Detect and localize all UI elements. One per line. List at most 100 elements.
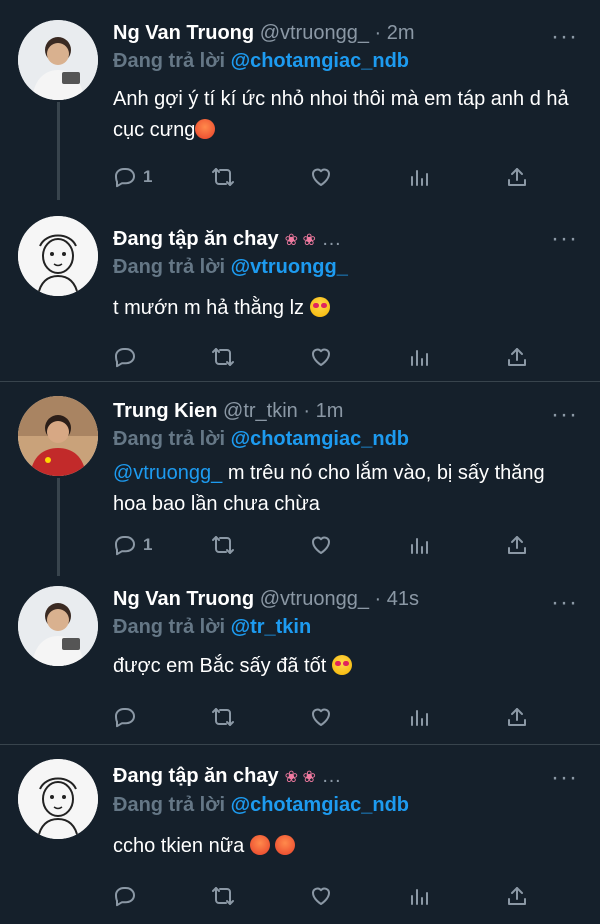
angry-face-icon — [195, 119, 216, 139]
tweet-text: ccho tkien nữa — [113, 831, 573, 862]
reply-button[interactable] — [113, 344, 137, 370]
avatar[interactable] — [18, 586, 98, 666]
more-icon[interactable]: ··· — [551, 766, 578, 790]
avatar[interactable] — [18, 216, 98, 296]
retweet-button[interactable] — [211, 532, 235, 558]
tweet-header: Ng Van Truong @vtruongg_ · 41s — [113, 588, 419, 611]
tweet-actions — [113, 883, 533, 909]
replying-to: Đang trả lời @vtruongg_ — [113, 256, 348, 279]
analytics-button[interactable] — [407, 164, 431, 190]
like-button[interactable] — [309, 344, 333, 370]
replying-to-handle[interactable]: @chotamgiac_ndb — [231, 428, 409, 450]
like-icon — [309, 705, 333, 729]
tweet-header: Đang tập ăn chay ❀ ❀ … — [113, 765, 341, 788]
retweet-button[interactable] — [211, 164, 235, 190]
reply-icon — [113, 345, 137, 369]
tweet-text: được em Bắc sấy đã tốt — [113, 651, 573, 682]
retweet-icon — [211, 345, 235, 369]
avatar[interactable] — [18, 396, 98, 476]
lotus-icon: ❀ ❀ — [284, 232, 316, 249]
reply-icon — [113, 705, 137, 729]
replying-to-handle[interactable]: @chotamgiac_ndb — [231, 794, 409, 816]
tweet-text: Anh gợi ý tí kí ức nhỏ nhoi thôi mà em t… — [113, 84, 573, 146]
like-icon — [309, 165, 333, 189]
mention-link[interactable]: @vtruongg_ — [113, 462, 222, 484]
tweet[interactable]: Ng Van Truong @vtruongg_ · 2m ··· Đang t… — [0, 0, 600, 200]
share-icon — [505, 165, 529, 189]
replying-label: Đang trả lời — [113, 256, 226, 278]
author-name[interactable]: Trung Kien — [113, 400, 217, 422]
retweet-button[interactable] — [211, 883, 235, 909]
separator: · — [374, 588, 382, 610]
analytics-button[interactable] — [407, 704, 431, 730]
analytics-icon — [407, 345, 431, 369]
share-button[interactable] — [505, 164, 529, 190]
tweet-header: Trung Kien @tr_tkin · 1m — [113, 400, 343, 423]
tweet-actions: 1 — [113, 164, 533, 190]
author-handle[interactable]: @vtruongg_ — [260, 22, 369, 44]
more-icon[interactable]: ··· — [551, 25, 578, 49]
tweet-actions — [113, 344, 533, 370]
analytics-button[interactable] — [407, 883, 431, 909]
reply-count: 1 — [143, 535, 153, 554]
replying-to: Đang trả lời @tr_tkin — [113, 616, 311, 639]
like-icon — [309, 345, 333, 369]
angry-face-icon — [249, 835, 270, 855]
tweet-text-content: Anh gợi ý tí kí ức nhỏ nhoi thôi mà em t… — [113, 88, 569, 141]
share-icon — [505, 345, 529, 369]
retweet-icon — [211, 705, 235, 729]
like-icon — [309, 533, 333, 557]
avatar[interactable] — [18, 759, 98, 839]
tweet[interactable]: Ng Van Truong @vtruongg_ · 41s ··· Đang … — [0, 576, 600, 744]
like-button[interactable] — [309, 532, 333, 558]
tweet-text: @vtruongg_ m trêu nó cho lắm vào, bị sấy… — [113, 458, 573, 520]
separator: · — [303, 400, 311, 422]
more-icon[interactable]: ··· — [551, 227, 578, 251]
analytics-button[interactable] — [407, 344, 431, 370]
author-name[interactable]: Đang tập ăn chay — [113, 765, 279, 787]
replying-to-handle[interactable]: @tr_tkin — [231, 616, 312, 638]
retweet-button[interactable] — [211, 344, 235, 370]
replying-to: Đang trả lời @chotamgiac_ndb — [113, 50, 409, 73]
author-handle[interactable]: @tr_tkin — [223, 400, 298, 422]
replying-to-handle[interactable]: @vtruongg_ — [231, 256, 348, 278]
author-name[interactable]: Ng Van Truong — [113, 22, 254, 44]
share-button[interactable] — [505, 704, 529, 730]
reply-button[interactable]: 1 — [113, 532, 152, 558]
reply-button[interactable] — [113, 704, 137, 730]
retweet-button[interactable] — [211, 704, 235, 730]
like-button[interactable] — [309, 883, 333, 909]
tweet[interactable]: Đang tập ăn chay ❀ ❀ … ··· Đang trả lời @… — [0, 200, 600, 382]
share-button[interactable] — [505, 344, 529, 370]
analytics-button[interactable] — [407, 532, 431, 558]
tweet[interactable]: Trung Kien @tr_tkin · 1m ··· Đang trả lờ… — [0, 382, 600, 576]
timestamp[interactable]: 41s — [387, 588, 419, 610]
tweet-actions: 1 — [113, 532, 533, 558]
reply-button[interactable]: 1 — [113, 164, 152, 190]
analytics-icon — [407, 533, 431, 557]
replying-to: Đang trả lời @chotamgiac_ndb — [113, 794, 409, 817]
author-name[interactable]: Ng Van Truong — [113, 588, 254, 610]
like-button[interactable] — [309, 704, 333, 730]
more-icon[interactable]: ··· — [551, 591, 578, 615]
reply-button[interactable] — [113, 883, 137, 909]
author-handle[interactable]: @vtruongg_ — [260, 588, 369, 610]
retweet-icon — [211, 165, 235, 189]
share-icon — [505, 533, 529, 557]
share-button[interactable] — [505, 883, 529, 909]
thread-line — [57, 478, 60, 576]
author-name[interactable]: Đang tập ăn chay — [113, 228, 279, 250]
ellipsis: … — [321, 228, 342, 250]
reply-icon — [113, 533, 137, 557]
timestamp[interactable]: 1m — [316, 400, 344, 422]
replying-to-handle[interactable]: @chotamgiac_ndb — [231, 50, 409, 72]
tweet-header: Ng Van Truong @vtruongg_ · 2m — [113, 22, 415, 45]
more-icon[interactable]: ··· — [551, 403, 578, 427]
reply-count: 1 — [143, 167, 153, 186]
share-icon — [505, 705, 529, 729]
like-button[interactable] — [309, 164, 333, 190]
share-button[interactable] — [505, 532, 529, 558]
timestamp[interactable]: 2m — [387, 22, 415, 44]
tweet[interactable]: Đang tập ăn chay ❀ ❀ … ··· Đang trả lời @… — [0, 745, 600, 924]
avatar[interactable] — [18, 20, 98, 100]
